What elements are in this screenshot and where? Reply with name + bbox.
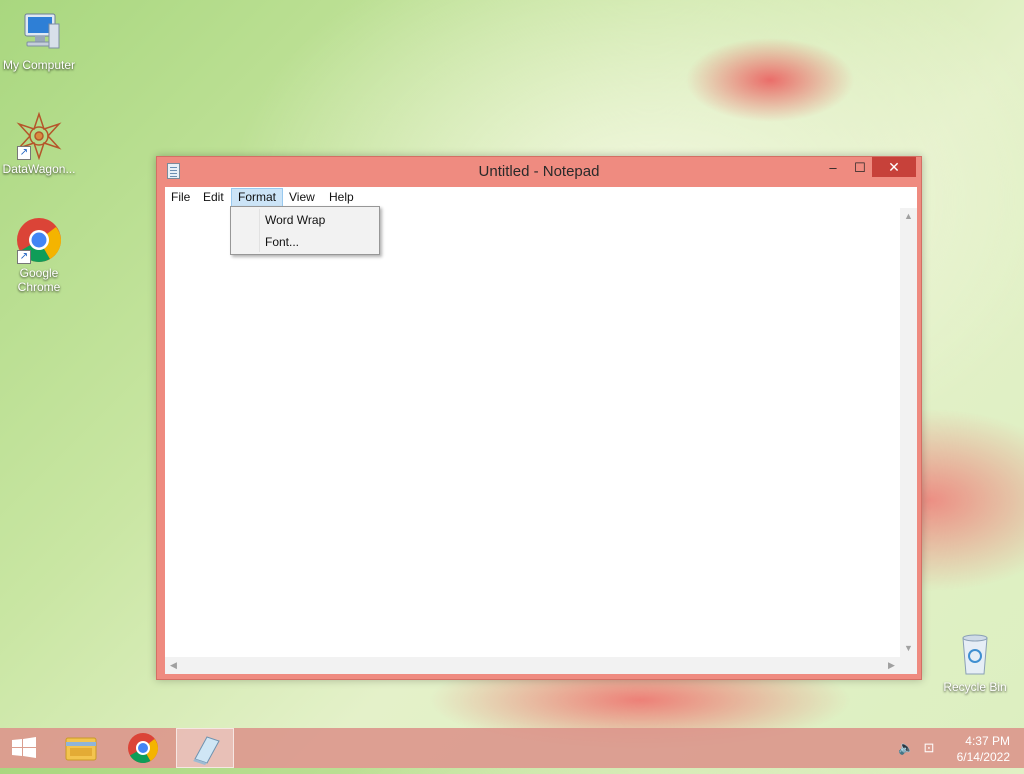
menu-view[interactable]: View bbox=[283, 188, 321, 207]
menu-help[interactable]: Help bbox=[323, 188, 360, 207]
network-icon[interactable]: ⊡ bbox=[921, 740, 937, 756]
clock-date: 6/14/2022 bbox=[956, 750, 1010, 764]
windows-logo-icon bbox=[12, 737, 36, 758]
maximize-button[interactable]: ☐ bbox=[847, 157, 873, 177]
scroll-right-icon[interactable]: ▶ bbox=[883, 657, 900, 674]
start-button[interactable] bbox=[0, 728, 48, 768]
file-explorer-button[interactable] bbox=[52, 728, 110, 768]
folder-icon bbox=[65, 737, 97, 761]
menu-edit[interactable]: Edit bbox=[197, 188, 230, 207]
close-button[interactable]: ✕ bbox=[872, 157, 916, 177]
desktop-icon-datawagon[interactable]: ↗ DataWagon... bbox=[1, 111, 77, 176]
desktop-icon-label: Google Chrome bbox=[17, 266, 61, 294]
scroll-up-icon[interactable]: ▲ bbox=[900, 208, 917, 225]
resize-grip-icon[interactable] bbox=[900, 657, 917, 674]
title-bar[interactable]: Untitled - Notepad ‒ ☐ ✕ bbox=[157, 157, 921, 187]
text-editor-area[interactable]: ▲ ▼ ◀ ▶ bbox=[165, 208, 917, 674]
notepad-icon bbox=[193, 736, 220, 765]
minimize-button[interactable]: ‒ bbox=[820, 157, 846, 177]
scroll-left-icon[interactable]: ◀ bbox=[165, 657, 182, 674]
recycle-bin-icon bbox=[951, 630, 999, 678]
window-title: Untitled - Notepad bbox=[478, 163, 600, 180]
menu-format[interactable]: Format bbox=[231, 188, 284, 207]
clock[interactable]: 4:37 PM 6/14/2022 bbox=[957, 733, 1010, 765]
taskbar: 🔈 ⊡ 4:37 PM 6/14/2022 bbox=[0, 728, 1024, 768]
desktop-icon-label: My Computer bbox=[2, 58, 76, 72]
notepad-button[interactable] bbox=[176, 728, 234, 768]
shortcut-arrow-icon: ↗ bbox=[17, 250, 31, 264]
chrome-icon bbox=[128, 733, 158, 764]
horizontal-scrollbar[interactable]: ◀ ▶ bbox=[165, 657, 900, 674]
clock-time: 4:37 PM bbox=[965, 734, 1010, 748]
vertical-scrollbar[interactable]: ▲ ▼ bbox=[900, 208, 917, 657]
desktop-icon-google-chrome[interactable]: ↗ Google Chrome bbox=[1, 216, 77, 294]
desktop-icon-label: DataWagon... bbox=[2, 162, 76, 176]
desktop-icon-label: Recycle Bin bbox=[943, 680, 1007, 694]
scroll-down-icon[interactable]: ▼ bbox=[900, 640, 917, 657]
menu-item-font[interactable]: Font... bbox=[233, 231, 377, 253]
chrome-button[interactable] bbox=[114, 728, 172, 768]
format-dropdown-menu: Word Wrap Font... bbox=[230, 206, 380, 255]
computer-icon bbox=[15, 8, 63, 56]
chrome-icon: ↗ bbox=[15, 216, 63, 264]
shortcut-arrow-icon: ↗ bbox=[17, 146, 31, 160]
datawagon-icon: ↗ bbox=[15, 111, 63, 161]
volume-muted-icon[interactable]: 🔈 bbox=[898, 740, 914, 756]
desktop-icon-my-computer[interactable]: My Computer bbox=[1, 8, 77, 72]
menu-file[interactable]: File bbox=[165, 188, 196, 207]
desktop-icon-recycle-bin[interactable]: Recycle Bin bbox=[937, 630, 1013, 694]
menu-item-word-wrap[interactable]: Word Wrap bbox=[233, 209, 377, 231]
